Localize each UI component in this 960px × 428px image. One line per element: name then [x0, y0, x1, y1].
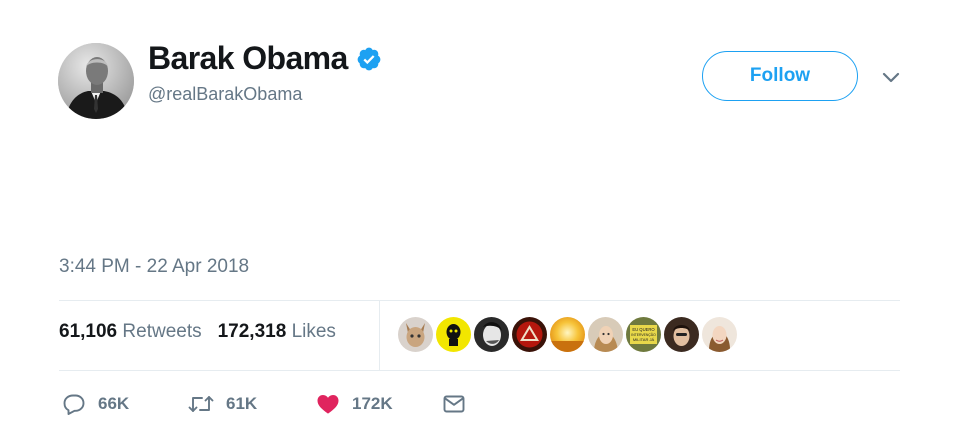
liker-avatar-4[interactable] [512, 317, 547, 352]
retweets-count: 61,106 [59, 321, 118, 342]
tweet-stats: 61,106 Retweets 172,318 Likes [59, 321, 336, 343]
verified-badge-icon [357, 47, 381, 70]
retweets-label: Retweets [122, 321, 202, 342]
retweets-stat[interactable]: 61,106 Retweets [59, 321, 202, 343]
liker-avatar-8[interactable] [664, 317, 699, 352]
reply-count: 66K [98, 394, 130, 413]
retweet-button[interactable]: 61K [188, 392, 257, 416]
divider-top [59, 300, 900, 301]
liker-avatar-2[interactable] [436, 317, 471, 352]
direct-message-button[interactable] [442, 392, 466, 416]
liker-avatar-7[interactable]: EU QUERO INTERVENÇÃO MILITAR JÁ [626, 317, 661, 352]
author-handle[interactable]: @realBarakObama [148, 84, 302, 105]
liked-by-avatars: EU QUERO INTERVENÇÃO MILITAR JÁ [398, 317, 737, 352]
like-button[interactable]: 172K [316, 392, 393, 416]
likes-stat[interactable]: 172,318 Likes [218, 321, 336, 343]
likes-count: 172,318 [217, 321, 287, 342]
svg-text:EU QUERO: EU QUERO [632, 327, 655, 332]
svg-text:MILITAR JÁ: MILITAR JÁ [633, 337, 655, 342]
like-count: 172K [352, 394, 393, 413]
chevron-down-icon[interactable] [880, 66, 902, 88]
liker-avatar-3[interactable] [474, 317, 509, 352]
liker-avatar-6[interactable] [588, 317, 623, 352]
retweet-icon [188, 396, 214, 412]
envelope-icon [443, 395, 465, 413]
reply-icon [63, 394, 85, 415]
tweet-timestamp[interactable]: 3:44 PM - 22 Apr 2018 [59, 256, 249, 278]
liker-avatar-1[interactable] [398, 317, 433, 352]
author-name-row: Barak Obama [148, 40, 382, 77]
liker-avatar-9[interactable] [702, 317, 737, 352]
follow-button[interactable]: Follow [702, 51, 858, 101]
heart-icon [317, 395, 339, 414]
reply-button[interactable]: 66K [62, 392, 129, 416]
author-display-name[interactable]: Barak Obama [148, 40, 348, 77]
stats-separator [379, 301, 380, 370]
divider-bottom [59, 370, 900, 371]
retweet-count: 61K [226, 394, 258, 413]
liker-avatar-5[interactable] [550, 317, 585, 352]
author-avatar[interactable] [58, 43, 134, 119]
likes-label: Likes [291, 321, 336, 342]
